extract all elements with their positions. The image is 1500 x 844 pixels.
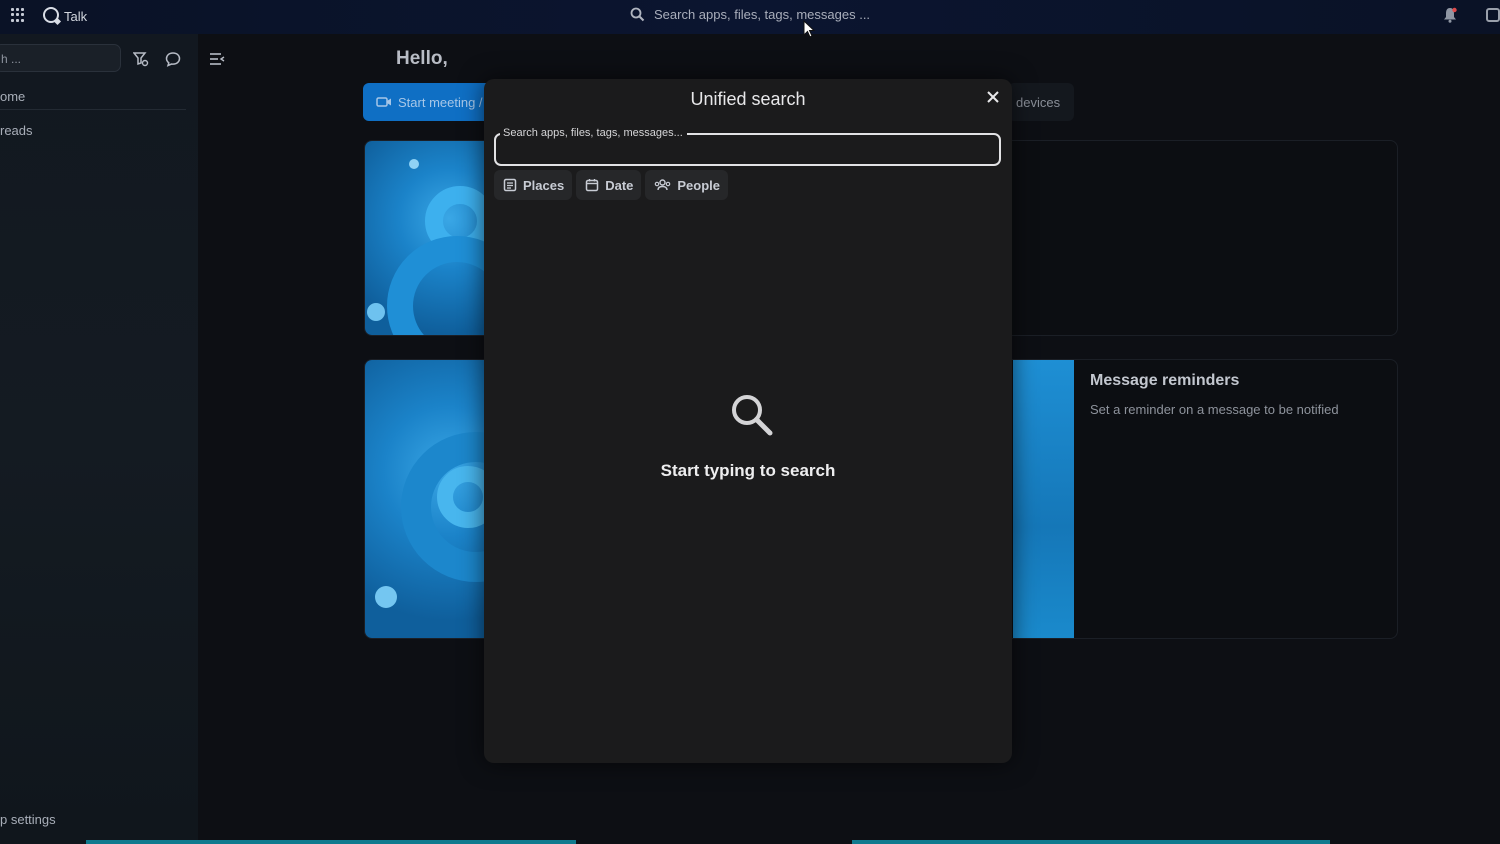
unified-search-dialog: Unified search Search apps, files, tags,…	[484, 79, 1012, 763]
filter-people-label: People	[677, 177, 721, 193]
sidebar-item-home[interactable]: ome	[0, 89, 25, 104]
search-field-label: Search apps, files, tags, messages...	[500, 127, 687, 139]
calendar-icon	[585, 179, 599, 192]
places-icon	[503, 178, 517, 192]
filter-date-button[interactable]: Date	[576, 170, 642, 200]
devices-label: devices	[1016, 95, 1061, 110]
illustration-shape	[367, 303, 385, 321]
filter-people-button[interactable]: People	[645, 170, 729, 200]
card-illustration	[365, 360, 485, 638]
sidebar-item-settings[interactable]: p settings	[0, 812, 56, 827]
illustration-shape	[387, 236, 485, 335]
search-icon	[630, 7, 645, 22]
user-menu-icon[interactable]	[1486, 8, 1500, 22]
card-illustration-right	[1013, 360, 1074, 638]
talk-logo-icon[interactable]	[43, 7, 59, 23]
filter-date-label: Date	[605, 177, 634, 193]
top-bar: Talk Search apps, files, tags, messages …	[0, 0, 1500, 34]
video-icon	[376, 97, 391, 107]
empty-state-message: Start typing to search	[660, 461, 836, 480]
magnifier-icon	[732, 395, 773, 436]
close-icon[interactable]	[986, 90, 1000, 104]
reminder-title: Message reminders	[1090, 372, 1240, 389]
unified-search-input[interactable]	[502, 141, 992, 161]
search-filters: Places Date People	[494, 170, 729, 200]
illustration-shape	[409, 159, 419, 169]
sidebar-item-threads[interactable]: reads	[0, 123, 33, 138]
dialog-title: Unified search	[690, 89, 806, 109]
mouse-cursor-icon	[803, 20, 815, 38]
start-meeting-label: Start meeting /	[398, 94, 483, 110]
filter-icon[interactable]	[133, 51, 149, 67]
filter-places-button[interactable]: Places	[494, 170, 573, 200]
reminder-subtitle: Set a reminder on a message to be notifi…	[1090, 402, 1339, 417]
new-conversation-icon[interactable]	[165, 51, 182, 67]
sidebar: h ... ome reads p settings	[0, 34, 225, 844]
illustration-shape	[375, 586, 397, 608]
people-icon	[655, 179, 671, 191]
progress-strip	[86, 840, 576, 844]
sidebar-divider	[0, 109, 186, 110]
card-illustration	[365, 141, 485, 335]
sidebar-search-placeholder: h ...	[1, 52, 22, 66]
progress-strip	[852, 840, 1330, 844]
start-meeting-button[interactable]: Start meeting /	[363, 83, 493, 121]
filter-places-label: Places	[523, 177, 565, 193]
apps-grid-icon[interactable]	[11, 8, 25, 22]
app-name[interactable]: Talk	[64, 9, 87, 24]
top-search-button[interactable]: Search apps, files, tags, messages ...	[630, 7, 870, 22]
greeting-heading: Hello,	[396, 48, 448, 69]
top-search-placeholder: Search apps, files, tags, messages ...	[654, 7, 871, 22]
check-devices-button[interactable]: devices	[1008, 83, 1074, 121]
notifications-icon[interactable]	[1443, 7, 1457, 23]
collapse-sidebar-icon[interactable]	[209, 52, 225, 66]
sidebar-search-input[interactable]: h ...	[0, 44, 121, 72]
